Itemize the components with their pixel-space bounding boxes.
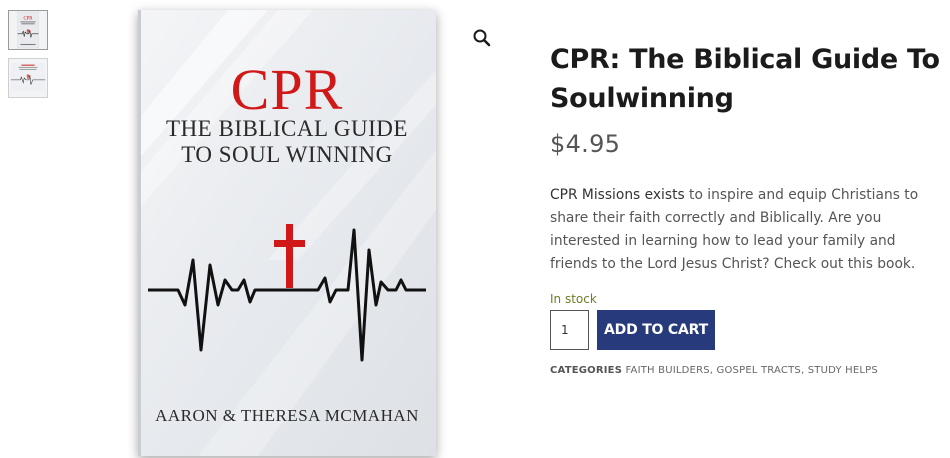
cover-title-cpr: CPR bbox=[230, 57, 344, 122]
magnifier-icon[interactable] bbox=[472, 28, 492, 48]
product-price: $4.95 bbox=[550, 130, 621, 158]
cover-subtitle-line1: THE BIBLICAL GUIDE bbox=[166, 116, 408, 141]
add-to-cart-form: ADD TO CART bbox=[550, 310, 945, 350]
book-thumbnail-image: CPR bbox=[9, 11, 47, 49]
categories-label: CATEGORIES bbox=[550, 365, 623, 376]
thumbnail-cover-front[interactable]: CPR bbox=[8, 10, 48, 50]
description-brand: CPR Missions exists bbox=[550, 187, 685, 203]
product-description: CPR Missions exists to inspire and equip… bbox=[550, 184, 945, 276]
cover-authors: AARON & THERESA MCMAHAN bbox=[155, 406, 419, 425]
product-categories: CATEGORIES FAITH BUILDERS, GOSPEL TRACTS… bbox=[550, 365, 878, 376]
quantity-input[interactable] bbox=[550, 310, 589, 350]
category-link-study-helps[interactable]: STUDY HELPS bbox=[808, 365, 878, 376]
add-to-cart-button[interactable]: ADD TO CART bbox=[597, 310, 715, 350]
product-title: CPR: The Biblical Guide To Soulwinning bbox=[550, 44, 940, 114]
thumbnail-list: CPR bbox=[8, 10, 50, 106]
stock-status: In stock bbox=[550, 292, 597, 306]
svg-text:CPR: CPR bbox=[24, 17, 34, 22]
book-back-thumbnail-image bbox=[9, 59, 47, 97]
category-link-gospel-tracts[interactable]: GOSPEL TRACTS bbox=[717, 365, 801, 376]
book-cover-image[interactable]: CPR THE BIBLICAL GUIDE TO SOUL WINNING A… bbox=[138, 10, 436, 456]
product-gallery: CPR THE BIBLICAL GUIDE TO SOUL WINNING A… bbox=[138, 10, 436, 456]
product-summary: CPR: The Biblical Guide To Soulwinning $… bbox=[550, 40, 945, 376]
thumbnail-cover-back[interactable] bbox=[8, 58, 48, 98]
heartbeat-cross-illustration bbox=[148, 224, 426, 362]
cover-subtitle-line2: TO SOUL WINNING bbox=[181, 142, 393, 167]
category-link-faith-builders[interactable]: FAITH BUILDERS bbox=[626, 365, 710, 376]
